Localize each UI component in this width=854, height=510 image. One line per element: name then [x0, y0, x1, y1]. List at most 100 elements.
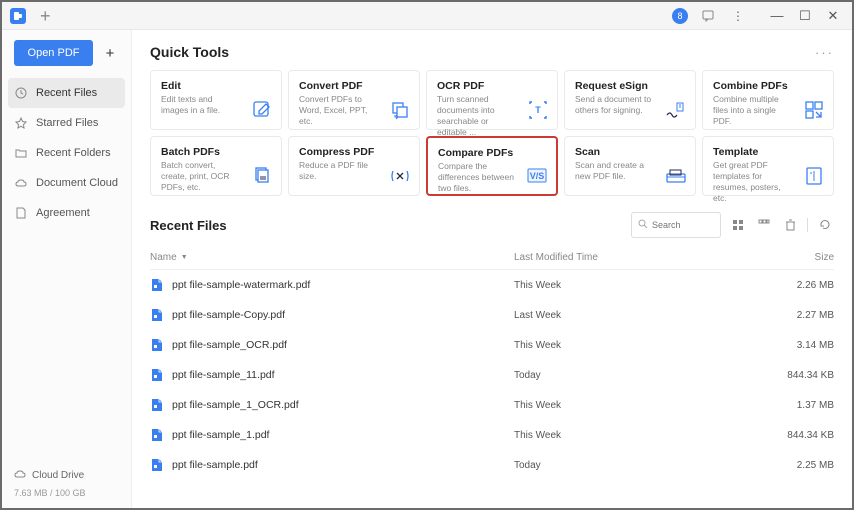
file-name: ppt file-sample_1_OCR.pdf [172, 399, 514, 411]
tool-combine[interactable]: Combine PDFs Combine multiple files into … [702, 70, 834, 130]
cloud-icon [14, 176, 28, 190]
tool-desc: Compare the differences between two file… [438, 161, 516, 194]
file-name: ppt file-sample_OCR.pdf [172, 339, 514, 351]
file-row[interactable]: ppt file-sample_1.pdfThis Week844.34 KB [150, 420, 834, 450]
tool-title: Template [713, 146, 823, 158]
file-size: 2.27 MB [764, 310, 834, 321]
pdf-file-icon [150, 368, 164, 382]
cloud-drive-link[interactable]: Cloud Drive [14, 469, 119, 482]
tool-desc: Batch convert, create, print, OCR PDFs, … [161, 160, 239, 193]
search-input[interactable] [652, 220, 714, 230]
open-pdf-button[interactable]: Open PDF [14, 40, 93, 66]
window-minimize-button[interactable]: — [766, 6, 788, 26]
tool-template[interactable]: TemplateGet great PDF templates for resu… [702, 136, 834, 196]
sidebar-item-label: Starred Files [36, 117, 98, 129]
tool-desc: Get great PDF templates for resumes, pos… [713, 160, 791, 204]
titlebar: + 8 ⋮ — ☐ ✕ [2, 2, 852, 30]
storage-text: 7.63 MB / 100 GB [14, 488, 119, 498]
file-row[interactable]: ppt file-sample-Copy.pdfLast Week2.27 MB [150, 300, 834, 330]
grid-view-button[interactable] [755, 216, 773, 234]
batch-icon [251, 165, 273, 187]
tool-convert[interactable]: Convert PDFConvert PDFs to Word, Excel, … [288, 70, 420, 130]
file-size: 844.34 KB [764, 370, 834, 381]
doc-icon [14, 206, 28, 220]
table-header: Name ▼ Last Modified Time Size [150, 248, 834, 270]
file-modified: Today [514, 460, 764, 471]
quick-tools-more-button[interactable]: ··· [815, 45, 834, 60]
sidebar-item-label: Document Cloud [36, 177, 118, 189]
tool-title: Compress PDF [299, 146, 409, 158]
tool-desc: Send a document to others for signing. [575, 94, 653, 116]
column-name-header[interactable]: Name ▼ [150, 252, 514, 263]
pdf-file-icon [150, 458, 164, 472]
tool-esign[interactable]: Request eSign Send a document to others f… [564, 70, 696, 130]
app-logo-icon [10, 8, 26, 24]
pdf-file-icon [150, 278, 164, 292]
tool-title: Scan [575, 146, 685, 158]
tool-desc: Edit texts and images in a file. [161, 94, 239, 116]
tool-desc: Combine multiple files into a single PDF… [713, 94, 791, 127]
file-size: 3.14 MB [764, 340, 834, 351]
recent-files-heading: Recent Files [150, 218, 227, 233]
sidebar-item-recent-folders[interactable]: Recent Folders [2, 138, 131, 168]
pdf-file-icon [150, 428, 164, 442]
tool-edit[interactable]: Edit Edit texts and images in a file. [150, 70, 282, 130]
tool-title: Combine PDFs [713, 80, 823, 92]
file-modified: This Week [514, 430, 764, 441]
window-maximize-button[interactable]: ☐ [794, 6, 816, 26]
star-icon [14, 116, 28, 130]
sidebar-item-label: Recent Files [36, 87, 97, 99]
file-modified: Today [514, 370, 764, 381]
file-name: ppt file-sample-Copy.pdf [172, 309, 514, 321]
tool-desc: Turn scanned documents into searchable o… [437, 94, 515, 138]
sidebar-item-agreement[interactable]: Agreement [2, 198, 131, 228]
kebab-menu-icon[interactable]: ⋮ [728, 6, 748, 26]
search-icon [638, 216, 648, 234]
file-name: ppt file-sample-watermark.pdf [172, 279, 514, 291]
file-modified: This Week [514, 400, 764, 411]
column-modified-header[interactable]: Last Modified Time [514, 252, 764, 263]
ocr-icon: T [527, 99, 549, 121]
sidebar-item-label: Recent Folders [36, 147, 111, 159]
compare-icon: V/S [526, 164, 548, 186]
sidebar-item-document-cloud[interactable]: Document Cloud [2, 168, 131, 198]
sidebar-item-recent-files[interactable]: Recent Files [8, 78, 125, 108]
file-row[interactable]: ppt file-sample.pdfToday2.25 MB [150, 450, 834, 480]
tool-batch[interactable]: Batch PDFsBatch convert, create, print, … [150, 136, 282, 196]
file-row[interactable]: ppt file-sample_OCR.pdfThis Week3.14 MB [150, 330, 834, 360]
sidebar: Open PDF + Recent Files Starred Files Rece… [2, 30, 132, 508]
search-box[interactable] [631, 212, 721, 238]
tool-title: Edit [161, 80, 271, 92]
pdf-file-icon [150, 398, 164, 412]
column-name-label: Name [150, 252, 177, 263]
feedback-icon[interactable] [698, 6, 718, 26]
cloud-drive-label: Cloud Drive [32, 470, 84, 481]
tool-ocr[interactable]: OCR PDFTurn scanned documents into searc… [426, 70, 558, 130]
file-size: 2.25 MB [764, 460, 834, 471]
sidebar-item-starred-files[interactable]: Starred Files [2, 108, 131, 138]
list-view-button[interactable] [729, 216, 747, 234]
tool-scan[interactable]: Scan Scan and create a new PDF file. [564, 136, 696, 196]
window-close-button[interactable]: ✕ [822, 6, 844, 26]
refresh-icon[interactable] [816, 216, 834, 234]
add-tab-button[interactable]: + [40, 7, 51, 25]
tool-compare[interactable]: Compare PDFsCompare the differences betw… [426, 136, 558, 196]
user-avatar[interactable]: 8 [672, 8, 688, 24]
delete-icon[interactable] [781, 216, 799, 234]
file-size: 1.37 MB [764, 400, 834, 411]
tool-title: Request eSign [575, 80, 685, 92]
svg-text:T: T [535, 105, 541, 115]
file-row[interactable]: ppt file-sample_11.pdfToday844.34 KB [150, 360, 834, 390]
file-modified: This Week [514, 280, 764, 291]
file-name: ppt file-sample_11.pdf [172, 369, 514, 381]
sort-desc-icon: ▼ [181, 254, 188, 261]
tool-desc: Scan and create a new PDF file. [575, 160, 653, 182]
combine-icon [803, 99, 825, 121]
file-row[interactable]: ppt file-sample_1_OCR.pdfThis Week1.37 M… [150, 390, 834, 420]
column-size-header[interactable]: Size [764, 252, 834, 263]
quick-tools-heading: Quick Tools [150, 44, 229, 60]
new-file-button[interactable]: + [101, 45, 119, 62]
pdf-file-icon [150, 338, 164, 352]
file-row[interactable]: ppt file-sample-watermark.pdfThis Week2.… [150, 270, 834, 300]
tool-compress[interactable]: Compress PDFReduce a PDF file size. [288, 136, 420, 196]
